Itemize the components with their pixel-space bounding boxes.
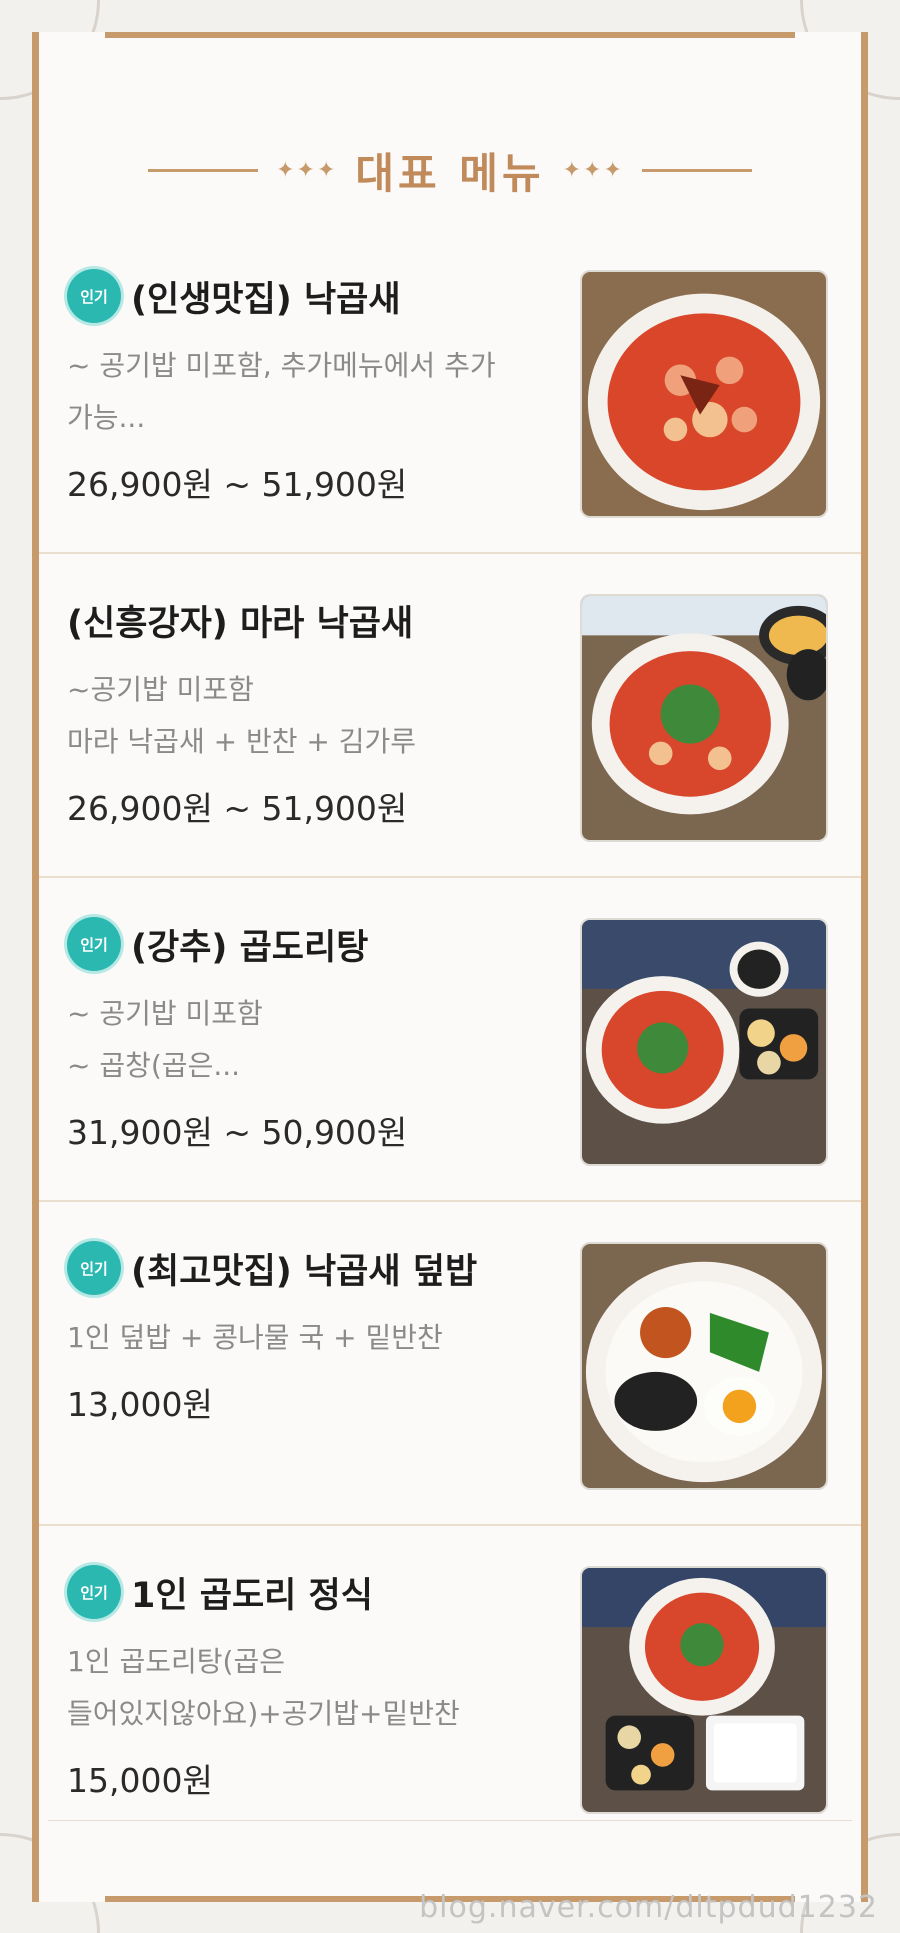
section-header: ✦✦✦ 대표 메뉴 ✦✦✦ — [0, 140, 900, 200]
section-title: 대표 메뉴 — [355, 148, 545, 198]
popular-badge: 인기 — [67, 1565, 121, 1619]
diamond-ornament-left: ✦✦✦ — [276, 157, 338, 183]
menu-item-price: 26,900원 ~ 51,900원 — [67, 789, 408, 828]
food-photo-icon — [582, 1244, 826, 1488]
menu-list: 인기 (인생맛집) 낙곱새 ~ 공기밥 미포함, 추가메뉴에서 추가 가능...… — [39, 230, 861, 1850]
description-line: ~ 공기밥 미포함, 추가메뉴에서 추가 — [67, 349, 496, 382]
menu-item[interactable]: 인기 1인 곱도리 정식 1인 곱도리탕(곱은 들어있지않아요)+공기밥+밑반찬… — [39, 1526, 861, 1850]
menu-item-description: ~ 공기밥 미포함 ~ 곱창(곱은... — [67, 988, 587, 1092]
food-photo-icon — [582, 1568, 826, 1812]
blog-watermark: blog.naver.com/dltpdud1232 — [419, 1890, 878, 1925]
description-line: 1인 덮밥 + 콩나물 국 + 밑반찬 — [67, 1321, 443, 1354]
menu-item[interactable]: 인기 (강추) 곱도리탕 ~ 공기밥 미포함 ~ 곱창(곱은... 31,900… — [39, 878, 861, 1202]
menu-item-photo[interactable] — [580, 918, 828, 1166]
frame-top-border — [105, 32, 795, 38]
header-rule-left — [148, 168, 259, 172]
description-line: 마라 낙곱새 + 반찬 + 김가루 — [67, 725, 417, 758]
menu-item[interactable]: 인기 (최고맛집) 낙곱새 덮밥 1인 덮밥 + 콩나물 국 + 밑반찬 13,… — [39, 1202, 861, 1526]
food-photo-icon — [582, 596, 826, 840]
menu-item-description: 1인 곱도리탕(곱은 들어있지않아요)+공기밥+밑반찬 — [67, 1636, 587, 1740]
menu-item-description: ~ 공기밥 미포함, 추가메뉴에서 추가 가능... — [67, 340, 587, 444]
menu-item-photo[interactable] — [580, 270, 828, 518]
description-line: 들어있지않아요)+공기밥+밑반찬 — [67, 1697, 460, 1730]
menu-item-description: ~공기밥 미포함 마라 낙곱새 + 반찬 + 김가루 — [67, 664, 587, 768]
menu-item-description: 1인 덮밥 + 콩나물 국 + 밑반찬 — [67, 1312, 587, 1364]
menu-item-photo[interactable] — [580, 1566, 828, 1814]
diamond-ornament-right: ✦✦✦ — [562, 157, 624, 183]
description-line: ~공기밥 미포함 — [67, 673, 254, 706]
food-photo-icon — [582, 272, 826, 516]
menu-item[interactable]: 인기 (인생맛집) 낙곱새 ~ 공기밥 미포함, 추가메뉴에서 추가 가능...… — [39, 230, 861, 554]
menu-item-price: 15,000원 — [67, 1761, 213, 1800]
food-photo-icon — [582, 920, 826, 1164]
menu-item-price: 26,900원 ~ 51,900원 — [67, 465, 408, 504]
popular-badge: 인기 — [67, 1241, 121, 1295]
description-line: ~ 곱창(곱은... — [67, 1049, 241, 1082]
popular-badge: 인기 — [67, 917, 121, 971]
menu-item-photo[interactable] — [580, 1242, 828, 1490]
description-line: 1인 곱도리탕(곱은 — [67, 1645, 285, 1678]
menu-item-price: 31,900원 ~ 50,900원 — [67, 1113, 408, 1152]
menu-item-name: 1인 곱도리 정식 — [131, 1575, 373, 1616]
menu-item-name: (인생맛집) 낙곱새 — [131, 279, 401, 320]
bottom-rule — [48, 1820, 852, 1821]
menu-item-price: 13,000원 — [67, 1385, 213, 1424]
menu-item-photo[interactable] — [580, 594, 828, 842]
menu-item[interactable]: (신흥강자) 마라 낙곱새 ~공기밥 미포함 마라 낙곱새 + 반찬 + 김가루… — [39, 554, 861, 878]
menu-item-name: (신흥강자) 마라 낙곱새 — [67, 603, 414, 644]
menu-item-name: (강추) 곱도리탕 — [131, 927, 369, 968]
menu-item-name: (최고맛집) 낙곱새 덮밥 — [131, 1251, 478, 1292]
header-rule-right — [641, 168, 752, 172]
popular-badge: 인기 — [67, 269, 121, 323]
description-line: ~ 공기밥 미포함 — [67, 997, 263, 1030]
description-line: 가능... — [67, 401, 146, 434]
